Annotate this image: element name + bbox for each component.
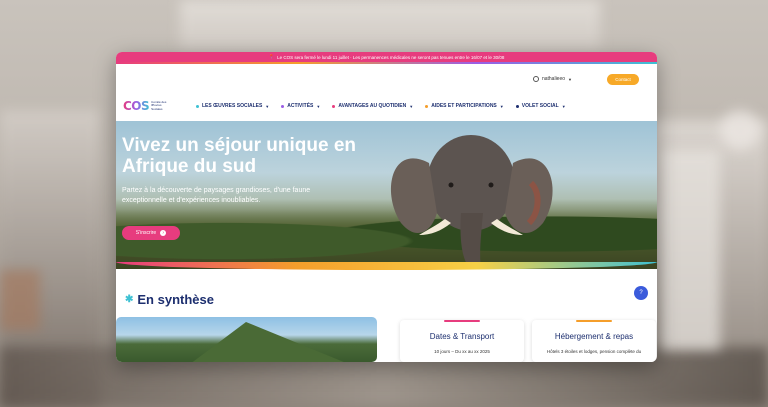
nav-item-volet-social[interactable]: VOLET SOCIAL ▼ (515, 103, 566, 109)
bullet-icon (515, 104, 519, 108)
info-card-dates-transport: Dates & Transport 10 jours – Du xx au xx… (400, 320, 524, 362)
bullet-icon (425, 104, 429, 108)
logo-subtitle: Comité des Œuvres Sociales (151, 99, 167, 111)
background-shelf (660, 150, 720, 350)
announcement-bar: 📍 Le COS sera fermé le lundi 11 juillet … (116, 52, 657, 62)
section-title-synthese: ✱ En synthèse (125, 292, 214, 307)
mountain-photo (116, 317, 377, 362)
nav-label: VOLET SOCIAL (521, 103, 559, 109)
utility-bar: nathalieeo ▼ Contact (116, 64, 657, 94)
nav-item-aides[interactable]: AIDES ET PARTICIPATIONS ▼ (425, 103, 504, 109)
mountain-shape (186, 322, 356, 362)
nav-menu: LES ŒUVRES SOCIALES ▼ ACTIVITÉS ▼ AVANTA… (196, 103, 566, 109)
section-title-text: En synthèse (137, 292, 214, 307)
bullet-icon (281, 104, 285, 108)
background-chair (0, 270, 40, 330)
nav-label: ACTIVITÉS (287, 103, 314, 109)
arrow-right-icon: › (160, 230, 167, 236)
nav-label: AIDES ET PARTICIPATIONS (431, 103, 497, 109)
logo-mark: COS (123, 99, 150, 113)
announcement-text: Le COS sera fermé le lundi 11 juillet · … (277, 54, 505, 60)
bullet-icon (196, 104, 199, 108)
card-text: Hôtels 3 étoiles et lodges, pension comp… (546, 349, 642, 354)
card-title: Hébergement & repas (554, 332, 634, 341)
hero-banner: Vivez un séjour unique en Afrique du sud… (116, 121, 657, 269)
user-icon (532, 76, 539, 82)
card-accent-bar (444, 320, 480, 322)
register-label: S'inscrire (135, 230, 157, 236)
nav-item-activites[interactable]: ACTIVITÉS ▼ (281, 103, 320, 109)
user-menu[interactable]: nathalieeo ▼ (532, 76, 572, 82)
background-lamp (720, 110, 760, 150)
website-window: 📍 Le COS sera fermé le lundi 11 juillet … (116, 52, 657, 362)
chevron-down-icon: ▼ (316, 103, 321, 109)
chevron-down-icon: ▼ (265, 103, 270, 109)
site-logo[interactable]: COS Comité des Œuvres Sociales (123, 99, 171, 113)
nav-label: AVANTAGES AU QUOTIDIEN (338, 103, 407, 109)
register-button[interactable]: S'inscrire › (122, 226, 180, 240)
card-text: 10 jours – Du xx au xx 2025 (434, 349, 490, 354)
elephant-illustration (390, 135, 553, 269)
nav-item-oeuvres-sociales[interactable]: LES ŒUVRES SOCIALES ▼ (196, 103, 269, 109)
card-title: Dates & Transport (429, 332, 495, 341)
chevron-down-icon: ▼ (499, 103, 504, 109)
help-button[interactable]: ? (634, 286, 648, 300)
main-navigation: COS Comité des Œuvres Sociales LES ŒUVRE… (116, 94, 657, 121)
user-label: nathalieeo (541, 76, 566, 82)
hero-title: Vivez un séjour unique en Afrique du sud (122, 135, 357, 177)
chevron-down-icon: ▼ (568, 76, 572, 82)
info-card-hebergement: Hébergement & repas Hôtels 3 étoiles et … (532, 320, 656, 362)
contact-button[interactable]: Contact (607, 74, 639, 85)
background-ceiling (180, 0, 600, 50)
nav-item-avantages[interactable]: AVANTAGES AU QUOTIDIEN ▼ (332, 103, 413, 109)
nav-label: LES ŒUVRES SOCIALES (202, 103, 263, 109)
chevron-down-icon: ▼ (561, 103, 566, 109)
chevron-down-icon: ▼ (409, 103, 414, 109)
bullet-icon (332, 104, 336, 108)
hero-subtitle: Partez à la découverte de paysages grand… (122, 187, 311, 204)
pin-icon: 📍 (268, 54, 275, 59)
card-accent-bar (576, 320, 612, 322)
sparkle-icon: ✱ (125, 294, 134, 305)
